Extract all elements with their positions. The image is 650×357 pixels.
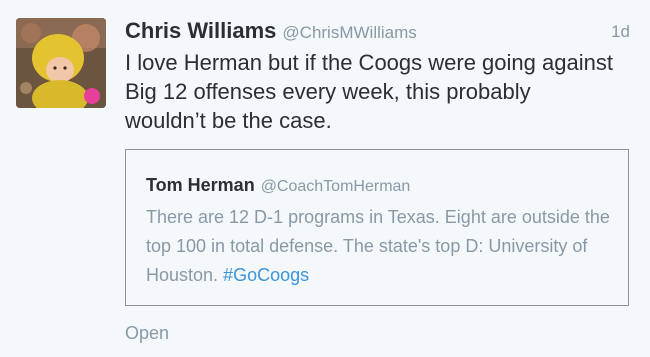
quoted-author-name: Tom Herman (146, 175, 255, 195)
avatar-image (16, 18, 106, 108)
author-name[interactable]: Chris Williams (125, 18, 276, 43)
open-link[interactable]: Open (125, 322, 169, 344)
quoted-tweet[interactable]: Tom Herman @CoachTomHerman There are 12 D… (125, 149, 629, 306)
author-handle[interactable]: @ChrisMWilliams (282, 23, 416, 42)
quoted-tweet-body: There are 12 D-1 programs in Texas. Eigh… (146, 207, 610, 285)
tweet-header: Chris Williams @ChrisMWilliams (125, 14, 635, 48)
quoted-author-handle: @CoachTomHerman (260, 178, 411, 195)
quoted-tweet-text: There are 12 D-1 programs in Texas. Eigh… (146, 203, 616, 290)
avatar[interactable] (16, 18, 106, 108)
tweet-text: I love Herman but if the Coogs were goin… (125, 50, 613, 133)
tweet-card[interactable]: Chris Williams @ChrisMWilliams 1d I love … (0, 0, 650, 357)
hashtag-link[interactable]: #GoCoogs (223, 265, 309, 285)
tweet-timestamp[interactable]: 1d (611, 17, 630, 47)
quoted-tweet-header: Tom Herman @CoachTomHerman (146, 174, 410, 198)
